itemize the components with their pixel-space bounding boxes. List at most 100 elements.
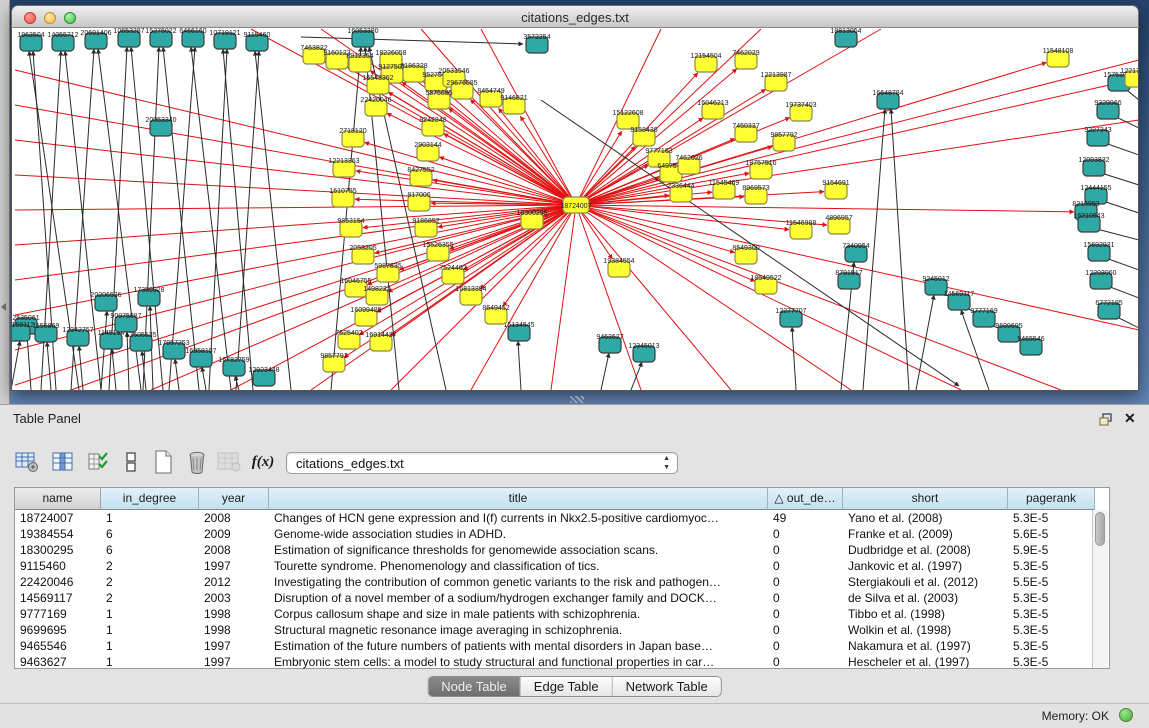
table-cell: 5.3E-5 xyxy=(1008,654,1095,670)
network-node-label: 18300295 xyxy=(516,210,547,217)
network-node-label: 2053205 xyxy=(349,245,376,252)
table-cell: 49 xyxy=(768,510,843,526)
network-node-label: 6466160 xyxy=(179,28,206,35)
network-edge-red xyxy=(551,205,576,390)
table-selector-dropdown[interactable]: citations_edges.txt ▲▼ xyxy=(286,452,678,474)
network-node-label: 16648784 xyxy=(872,90,903,97)
table-cell: 5.3E-5 xyxy=(1008,510,1095,526)
network-node-label: 9465546 xyxy=(1017,336,1044,343)
column-checks-icon[interactable] xyxy=(86,449,112,475)
network-node-label: 12217987 xyxy=(1120,68,1138,75)
network-node-label: 1156869 xyxy=(33,323,60,330)
network-canvas[interactable]: 1872400719635041405571220691406106532871… xyxy=(11,28,1139,391)
column-header-out_de[interactable]: △ out_de… xyxy=(768,488,843,510)
table-row[interactable]: 1830029562008Estimation of significance … xyxy=(15,542,1109,558)
table-row[interactable]: 977716911998Corpus callosum shape and si… xyxy=(15,606,1109,622)
close-panel-icon[interactable]: ✕ xyxy=(1124,410,1136,427)
table-row[interactable]: 1938455462009Genome-wide association stu… xyxy=(15,526,1109,542)
column-header-pagerank[interactable]: pagerank xyxy=(1008,488,1095,510)
table-toolbar: f(x) citations_edges.txt ▲▼ xyxy=(0,445,1149,481)
scrollbar-thumb[interactable] xyxy=(1095,512,1105,546)
collapse-arrow-icon[interactable] xyxy=(1,303,6,311)
network-node-label: 20053340 xyxy=(145,117,176,124)
network-edge-black xyxy=(27,334,31,390)
network-node-label: 12203060 xyxy=(1085,270,1116,277)
table-cell: 0 xyxy=(768,622,843,638)
column-header-title[interactable]: title xyxy=(269,488,768,510)
network-node-label: 15134545 xyxy=(503,322,534,329)
network-node-label: 5987835 xyxy=(374,263,401,270)
table-row[interactable]: 946362711997Embryonic stem cells: a mode… xyxy=(15,654,1109,670)
function-builder-icon[interactable]: f(x) xyxy=(250,449,276,475)
window-title: citations_edges.txt xyxy=(12,10,1138,25)
table-row[interactable]: 1456911722003Disruption of a novel membe… xyxy=(15,590,1109,606)
divider-grip-icon[interactable] xyxy=(570,396,584,403)
network-node-label: 9857792 xyxy=(770,132,797,139)
table-row[interactable]: 946554611997Estimation of the future num… xyxy=(15,638,1109,654)
column-header-name[interactable]: name xyxy=(15,488,101,510)
network-node-label: 12444155 xyxy=(1080,185,1111,192)
network-node-label: 18813054 xyxy=(830,28,861,35)
table-row[interactable]: 911546021997Tourette syndrome. Phenomeno… xyxy=(15,558,1109,574)
network-node-label: 9777163 xyxy=(645,148,672,155)
tab-network-table[interactable]: Network Table xyxy=(613,677,721,696)
network-node-label: 8427552 xyxy=(407,167,434,174)
table-scrollbar[interactable] xyxy=(1092,510,1108,668)
delete-column-icon[interactable] xyxy=(184,449,210,475)
table-cell: Wolkin et al. (1998) xyxy=(843,622,1008,638)
network-node-label: 7450337 xyxy=(732,123,759,130)
network-edge-black xyxy=(255,51,291,390)
table-cell: 0 xyxy=(768,590,843,606)
network-node-label: 14569117 xyxy=(944,291,975,298)
table-cell: 18300295 xyxy=(15,542,101,558)
network-node-label: 9329966 xyxy=(1094,100,1121,107)
table-cell: 0 xyxy=(768,558,843,574)
table-cell: 0 xyxy=(768,654,843,670)
network-graph[interactable]: 1872400719635041405571220691406106532871… xyxy=(12,28,1138,390)
network-node-label: 7524402 xyxy=(439,265,466,272)
network-node-label: 9853154 xyxy=(337,218,364,225)
network-node-label: 12213987 xyxy=(760,72,791,79)
network-node-label: 17359928 xyxy=(133,287,164,294)
network-node-label: 8454749 xyxy=(477,88,504,95)
network-node-label: 7340954 xyxy=(842,243,869,250)
column-header-in_degree[interactable]: in_degree xyxy=(101,488,199,510)
table-mode-icon[interactable] xyxy=(118,449,144,475)
tab-node-table[interactable]: Node Table xyxy=(428,677,521,696)
table-cell: 5.3E-5 xyxy=(1008,606,1095,622)
create-column-icon[interactable] xyxy=(150,449,176,475)
network-node-label: 1963504 xyxy=(17,32,44,39)
table-cell: Stergiakouli et al. (2012) xyxy=(843,574,1008,590)
network-node-label: 2336444 xyxy=(667,183,694,190)
status-bar: Memory: OK xyxy=(0,703,1149,728)
table-row[interactable]: 969969511998Structural magnetic resonanc… xyxy=(15,622,1109,638)
show-columns-icon[interactable] xyxy=(50,449,76,475)
network-node-label: 11546988 xyxy=(786,220,817,227)
network-node-label: 9699695 xyxy=(995,323,1022,330)
float-panel-icon[interactable] xyxy=(1099,413,1113,426)
network-node-label: 15122608 xyxy=(612,110,643,117)
network-edge-black xyxy=(163,47,199,390)
network-edge-red xyxy=(576,205,735,253)
table-row[interactable]: 2242004622012Investigating the contribut… xyxy=(15,574,1109,590)
desktop-background: citations_edges.txt 18724007196350414055… xyxy=(0,0,1149,404)
network-node-label: 9777169 xyxy=(970,308,997,315)
network-node-label: 9227343 xyxy=(1084,127,1111,134)
table-cell: de Silva et al. (2003) xyxy=(843,590,1008,606)
table-cell: 1 xyxy=(101,606,199,622)
table-cell: Corpus callosum shape and size in male p… xyxy=(269,606,768,622)
table-cell: 14569117 xyxy=(15,590,101,606)
column-header-short[interactable]: short xyxy=(843,488,1008,510)
network-node-label: 16782759 xyxy=(218,357,249,364)
network-node-label: 12154504 xyxy=(690,53,721,60)
network-node-label: 19737403 xyxy=(785,102,816,109)
window-titlebar[interactable]: citations_edges.txt xyxy=(11,5,1139,28)
network-node-label: 16053380 xyxy=(347,28,378,35)
column-header-year[interactable]: year xyxy=(199,488,269,510)
table-settings-icon[interactable] xyxy=(14,449,40,475)
tab-edge-table[interactable]: Edge Table xyxy=(521,677,613,696)
table-cell: 1997 xyxy=(199,638,269,654)
table-row[interactable]: 1872400712008Changes of HCN gene express… xyxy=(15,510,1109,526)
memory-ok-led-icon xyxy=(1119,708,1133,722)
network-edge-black xyxy=(112,349,116,390)
